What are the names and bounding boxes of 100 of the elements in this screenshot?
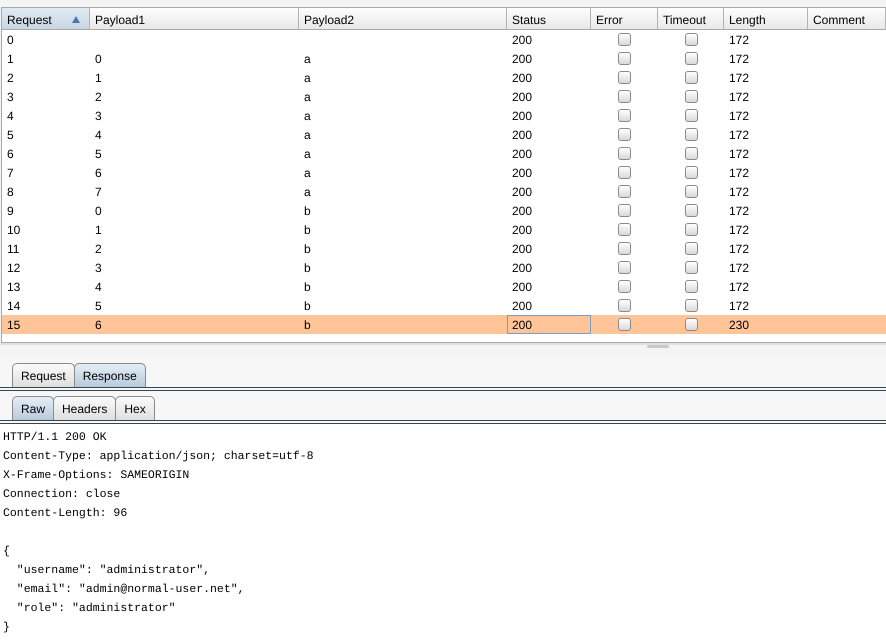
table-cell-text: 172 <box>728 89 750 106</box>
table-cell-text: 3 <box>94 260 103 277</box>
table-cell-text: a <box>303 165 312 182</box>
table-cell-text: 11 <box>6 241 20 258</box>
checkbox[interactable] <box>684 318 698 331</box>
table-cell-text: a <box>303 146 312 163</box>
column-header[interactable]: Comment <box>808 8 886 30</box>
table-cell-text: 172 <box>728 32 750 49</box>
checkbox[interactable] <box>618 33 631 46</box>
checkbox[interactable] <box>618 261 631 274</box>
checkbox[interactable] <box>684 166 698 179</box>
table-cell-text: a <box>303 184 312 201</box>
column-header[interactable]: Timeout <box>658 8 724 30</box>
column-header[interactable]: Request <box>2 8 90 30</box>
checkbox[interactable] <box>684 185 698 198</box>
checkbox[interactable] <box>684 204 698 217</box>
table-row[interactable]: 14 5 b 200 172 <box>2 296 886 315</box>
checkbox[interactable] <box>684 90 698 103</box>
checkbox[interactable] <box>618 128 631 141</box>
table-cell-text: a <box>303 70 312 87</box>
checkbox[interactable] <box>618 242 631 255</box>
column-header[interactable]: Error <box>591 8 658 30</box>
table-cell-text: 2 <box>94 89 103 106</box>
table-cell-text: 9 <box>6 203 15 220</box>
tab[interactable]: Request <box>12 363 75 387</box>
table-cell-text: 172 <box>728 241 750 258</box>
table-cell-text: 8 <box>6 184 15 201</box>
table-cell-text: 5 <box>94 146 103 163</box>
table-row[interactable]: 5 4 a 200 172 <box>2 125 886 144</box>
column-header[interactable]: Length <box>724 8 808 30</box>
table-row[interactable]: 2 1 a 200 172 <box>2 68 886 87</box>
table-row[interactable]: 11 2 b 200 172 <box>2 239 886 258</box>
checkbox[interactable] <box>618 109 631 122</box>
table-row[interactable]: 8 7 a 200 172 <box>2 182 886 201</box>
checkbox[interactable] <box>618 185 631 198</box>
checkbox[interactable] <box>618 318 631 331</box>
table-cell-text: 13 <box>6 279 22 296</box>
table-cell-text: 172 <box>728 203 750 220</box>
table-cell-text: 172 <box>728 184 750 201</box>
table-cell: 200 <box>507 315 591 334</box>
tab[interactable]: Headers <box>53 396 116 420</box>
checkbox[interactable] <box>684 128 698 141</box>
table-row[interactable]: 4 3 a 200 172 <box>2 106 886 125</box>
table-row[interactable]: 1 0 a 200 172 <box>2 49 886 68</box>
table-cell-text: 5 <box>94 298 103 315</box>
table-cell-text: 200 <box>511 203 534 220</box>
checkbox[interactable] <box>618 204 631 217</box>
table-cell-text: 3 <box>6 89 15 106</box>
checkbox[interactable] <box>618 52 631 65</box>
checkbox[interactable] <box>684 280 698 293</box>
table-cell-text: 172 <box>728 108 750 125</box>
checkbox[interactable] <box>618 147 631 160</box>
table-cell-text: 15 <box>6 317 22 334</box>
table-cell-text: 6 <box>94 317 103 334</box>
tab[interactable]: Hex <box>115 396 155 420</box>
column-header[interactable]: Status <box>507 8 591 30</box>
table-row[interactable]: 6 5 a 200 172 <box>2 144 886 163</box>
body-line: "role": "administrator" <box>16 601 177 617</box>
table-cell-text: b <box>303 279 312 296</box>
header-line: X-Frame-Options: SAMEORIGIN <box>3 468 190 484</box>
table-row[interactable]: 13 4 b 200 172 <box>2 277 886 296</box>
checkbox[interactable] <box>684 109 698 122</box>
checkbox[interactable] <box>618 71 631 84</box>
header-line: Connection: close <box>3 487 122 503</box>
checkbox[interactable] <box>684 223 698 236</box>
checkbox[interactable] <box>618 223 631 236</box>
table-cell-text: b <box>303 203 312 220</box>
table-cell-text: a <box>303 89 312 106</box>
tab[interactable]: Response <box>74 363 146 387</box>
table-row[interactable]: 15 6 b 200 230 <box>2 315 886 334</box>
checkbox[interactable] <box>684 147 698 160</box>
checkbox[interactable] <box>684 299 698 312</box>
table-row[interactable]: 0 200 172 <box>2 30 886 49</box>
checkbox[interactable] <box>684 242 698 255</box>
table-row[interactable]: 12 3 b 200 172 <box>2 258 886 277</box>
checkbox[interactable] <box>618 299 631 312</box>
checkbox[interactable] <box>618 90 631 103</box>
checkbox[interactable] <box>684 71 698 84</box>
table-cell-text: 0 <box>94 203 103 220</box>
table-cell-text: b <box>303 260 312 277</box>
column-header[interactable]: Payload1 <box>90 8 299 30</box>
table-cell-text: 200 <box>511 70 534 87</box>
table-row[interactable]: 7 6 a 200 172 <box>2 163 886 182</box>
tab[interactable]: Raw <box>12 396 54 420</box>
table-row[interactable]: 3 2 a 200 172 <box>2 87 886 106</box>
table-cell-text: 7 <box>94 184 103 201</box>
table-cell-text: 0 <box>6 32 15 49</box>
checkbox[interactable] <box>618 280 631 293</box>
table-cell-text: 200 <box>511 165 534 182</box>
table-row[interactable]: 10 1 b 200 172 <box>2 220 886 239</box>
body-line: { <box>3 544 11 560</box>
checkbox[interactable] <box>684 52 698 65</box>
table-cell-text: 200 <box>511 127 534 144</box>
column-header[interactable]: Payload2 <box>299 8 507 30</box>
checkbox[interactable] <box>684 261 698 274</box>
checkbox[interactable] <box>618 166 631 179</box>
table-cell-text: b <box>303 298 312 315</box>
table-cell-text: 172 <box>728 222 750 239</box>
table-row[interactable]: 9 0 b 200 172 <box>2 201 886 220</box>
checkbox[interactable] <box>684 33 698 46</box>
